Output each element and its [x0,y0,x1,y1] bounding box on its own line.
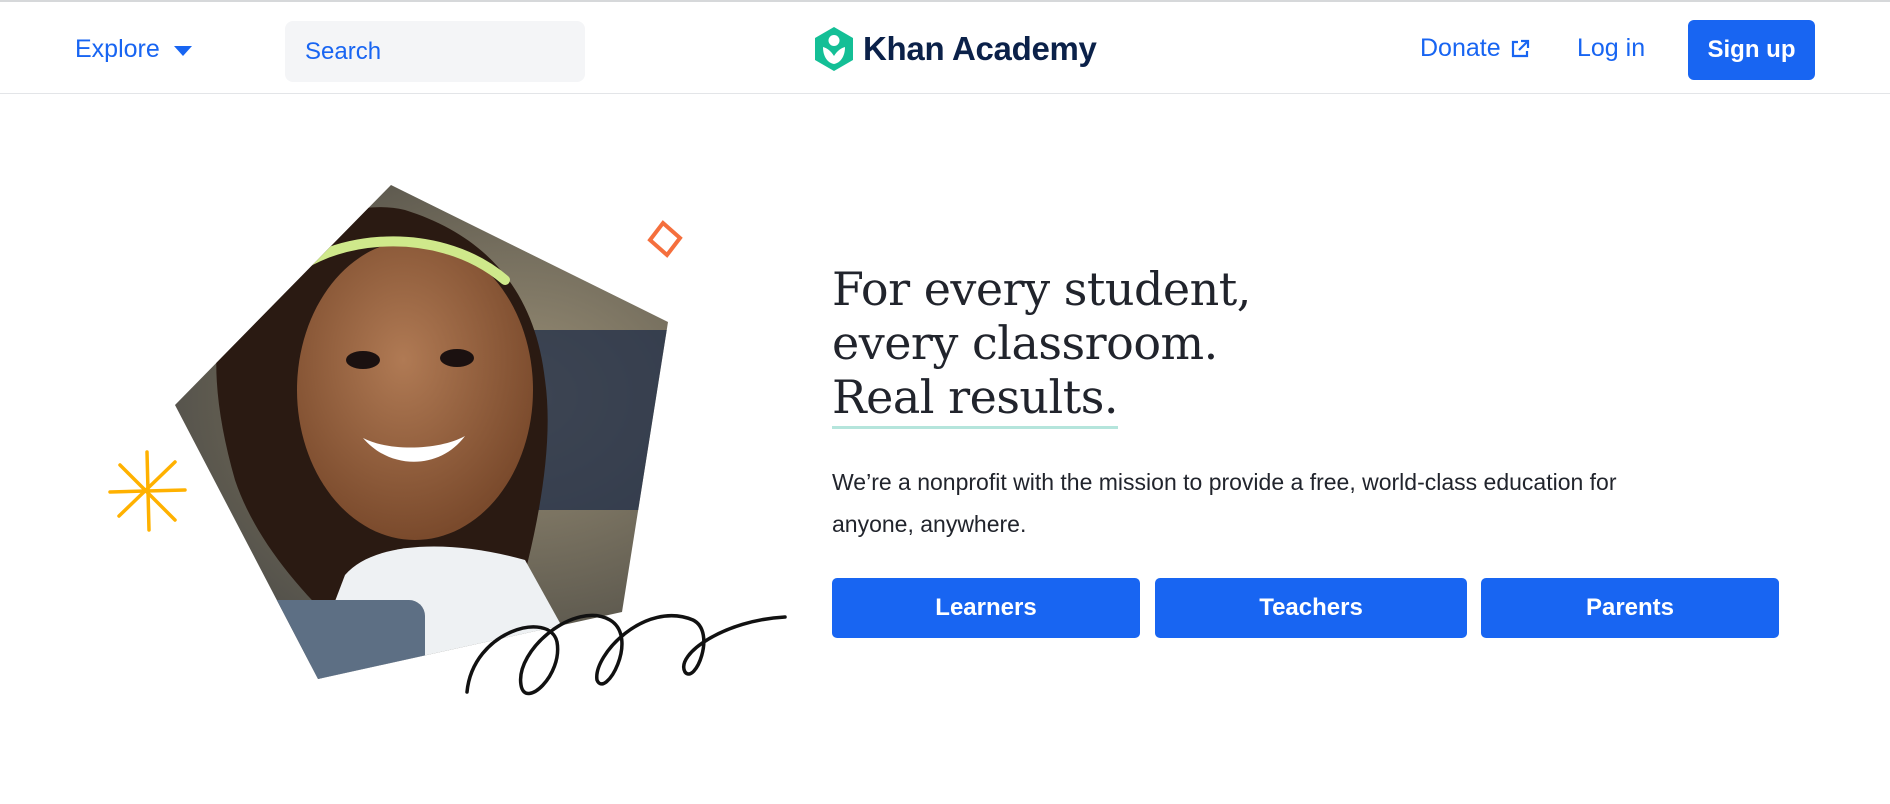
hero-illustration [108,185,787,696]
learners-button[interactable]: Learners [832,578,1140,638]
hero-description: We’re a nonprofit with the mission to pr… [832,469,1617,537]
diamond-shape [647,220,683,258]
search-input[interactable] [303,36,617,67]
student-photo [175,185,668,679]
audience-buttons: Learners Teachers Parents [832,578,1782,638]
teachers-button[interactable]: Teachers [1155,578,1467,638]
site-header: Explore Khan Academy Donate Log in Sign … [0,2,1890,94]
hero-text: For every student, every classroom. Real… [832,262,1732,545]
hero-headline: For every student, every classroom. Real… [832,262,1732,429]
external-link-icon [1511,39,1529,57]
explore-label: Explore [75,34,160,63]
headline-line-2: every classroom. [832,316,1218,370]
headline-line-3: Real results. [832,370,1119,429]
khan-academy-logo-icon [815,27,853,71]
login-label: Log in [1577,34,1646,62]
donate-label: Donate [1420,34,1501,62]
khan-academy-logo[interactable]: Khan Academy [813,24,1097,74]
sparkle-shape [108,450,187,532]
login-link[interactable]: Log in [1577,34,1645,63]
signup-button[interactable]: Sign up [1688,20,1815,80]
headline-line-1: For every student, [832,262,1251,316]
search-box[interactable] [285,21,617,82]
chevron-down-icon [173,45,192,56]
logo-text: Khan Academy [863,30,1097,67]
explore-menu-button[interactable]: Explore [75,32,192,66]
donate-link[interactable]: Donate [1420,34,1531,63]
parents-button[interactable]: Parents [1481,578,1779,638]
